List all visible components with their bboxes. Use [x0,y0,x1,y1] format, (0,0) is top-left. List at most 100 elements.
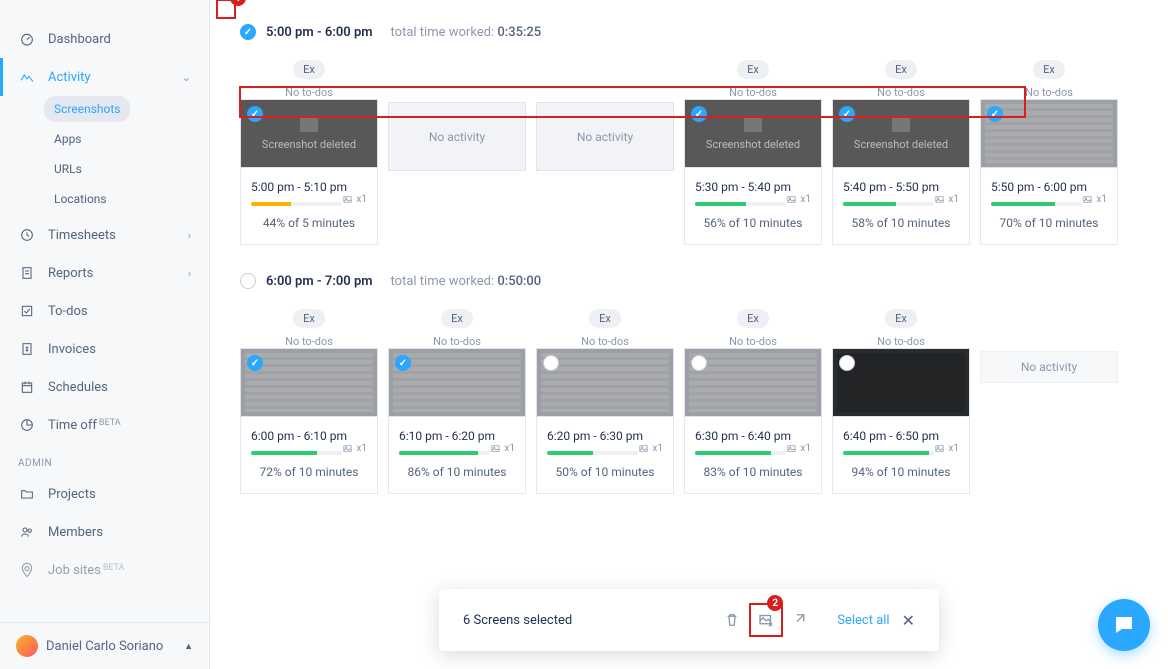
activity-pct: 83% of 10 minutes [695,465,811,479]
nav-todos[interactable]: To-dos [0,292,209,330]
screenshot-card[interactable]: ExNo to-dos6:20 pm - 6:30 pm x150% of 10… [536,309,674,494]
card-body: 5:50 pm - 6:00 pm x170% of 10 minutes [980,168,1118,245]
screenshot-thumb[interactable]: Screenshot deleted [240,99,378,168]
no-todos-label: No to-dos [285,335,333,348]
card-time: 6:40 pm - 6:50 pm x1 [843,429,959,443]
sidebar: Dashboard Activity ⌄ Screenshots Apps UR… [0,0,210,669]
thumb-checkbox[interactable] [395,355,411,371]
subnav-urls[interactable]: URLs [44,156,92,182]
subnav-locations[interactable]: Locations [44,186,117,212]
screenshot-card[interactable]: Ex No to-dosScreenshot deleted5:00 pm - 5… [240,60,378,245]
hour-head: 5:00 pm - 6:00 pmtotal time worked: 0:35… [240,24,1168,40]
project-pill[interactable]: Ex [885,60,917,79]
screenshot-thumb[interactable] [684,348,822,417]
subnav-screenshots[interactable]: Screenshots [44,96,130,122]
screenshot-count: x1 [490,443,515,454]
no-todos-label: No to-dos [581,335,629,348]
card-top: ExNo to-dos [684,309,822,348]
card-body: 5:00 pm - 5:10 pm x144% of 5 minutes [240,168,378,245]
no-todos-label: No to-dos [285,86,333,99]
activity-pct: 44% of 5 minutes [251,216,367,230]
thumb-checkbox[interactable] [247,106,263,122]
screenshot-card[interactable]: ExNo to-dosScreenshot deleted5:40 pm - 5… [832,60,970,245]
thumb-checkbox[interactable] [691,355,707,371]
caret-up-icon: ▲ [184,641,193,652]
nav-reports[interactable]: Reports › [0,254,209,292]
screenshot-card[interactable]: ExNo to-dos 5:50 pm - 6:00 pm x170% of 10… [980,60,1118,245]
avatar [16,635,38,657]
screenshot-card[interactable]: ExNo to-dos6:00 pm - 6:10 pm x172% of 10… [240,309,378,494]
user-name: Daniel Carlo Soriano [46,639,184,654]
user-menu[interactable]: Daniel Carlo Soriano ▲ [0,622,209,669]
activity-pct: 70% of 10 minutes [991,216,1107,230]
project-pill[interactable]: Ex [589,309,621,328]
screenshot-card[interactable]: ExNo to-dos 6:30 pm - 6:40 pm x1 83% of 10… [684,309,822,494]
nav-schedules[interactable]: Schedules [0,368,209,406]
card-time: 6:30 pm - 6:40 pm x1 [695,429,811,443]
hour-select-checkbox[interactable] [240,24,256,40]
export-button[interactable] [787,607,813,633]
chat-fab[interactable] [1098,599,1150,651]
no-activity-thumb: No activity [536,102,674,171]
nav-timesheets[interactable]: Timesheets › [0,216,209,254]
project-pill[interactable]: Ex [1033,60,1065,79]
screenshot-thumb[interactable]: Screenshot deleted [684,99,822,168]
thumb-checkbox[interactable] [987,106,1003,122]
project-pill[interactable]: Ex [293,309,325,328]
chevron-down-icon: ⌄ [182,71,191,84]
activity-bar [251,202,342,206]
cards-row: ExNo to-dosScreenshot deleted5:00 pm - 5… [240,60,1168,245]
card-top: ExNo to-dos [684,60,822,99]
project-pill[interactable]: Ex [293,60,325,79]
screenshot-count: x1 [638,443,663,454]
close-icon[interactable]: ✕ [902,611,915,630]
thumb-checkbox[interactable] [839,106,855,122]
card-time: 5:30 pm - 5:40 pm x1 [695,180,811,194]
nav-members[interactable]: Members [0,513,209,551]
activity-bar [547,451,638,455]
project-pill[interactable]: Ex [441,309,473,328]
nav-invoices[interactable]: Invoices [0,330,209,368]
subnav-apps[interactable]: Apps [44,126,92,152]
hour-select-checkbox[interactable] [240,273,256,289]
screenshot-card[interactable]: ExNo to-dos6:10 pm - 6:20 pm x186% of 10… [388,309,526,494]
gauge-icon [18,30,36,48]
screenshot-card[interactable]: ExNo to-dos6:40 pm - 6:50 pm x194% of 10… [832,309,970,494]
thumb-checkbox[interactable] [543,355,559,371]
screenshot-card[interactable]: ExNo to-dosScreenshot deleted 5:30 pm - 5… [684,60,822,245]
screenshot-thumb[interactable] [388,348,526,417]
thumb-checkbox[interactable] [247,355,263,371]
hour-head: 6:00 pm - 7:00 pmtotal time worked: 0:50… [240,273,1168,289]
card-top: ExNo to-dos [832,60,970,99]
activity-bar [251,451,342,455]
nav-activity[interactable]: Activity ⌄ [0,58,209,96]
delete-button[interactable] [719,607,745,633]
activity-bar [843,202,934,206]
screenshot-card-empty: No activity [536,60,674,245]
activity-bar [695,202,786,206]
screenshot-thumb[interactable] [536,348,674,417]
nav-label: Reports [48,266,188,281]
nav-timeoff[interactable]: Time offBETA [0,406,209,444]
blur-screenshots-button[interactable]: 2 [753,607,779,633]
card-top: ExNo to-dos [980,60,1118,99]
nav-label: Invoices [48,342,191,357]
select-all-link[interactable]: Select all [837,613,889,628]
nav-projects[interactable]: Projects [0,475,209,513]
project-pill[interactable]: Ex [885,309,917,328]
activity-pct: 56% of 10 minutes [695,216,811,230]
hour-block: 6:00 pm - 7:00 pmtotal time worked: 0:50… [240,273,1168,494]
project-pill[interactable]: Ex [737,309,769,328]
nav-jobsites[interactable]: Job sitesBETA [0,551,209,589]
card-top: Ex No to-dos [536,309,674,348]
screenshot-thumb[interactable] [980,99,1118,168]
screenshot-thumb[interactable]: Screenshot deleted [832,99,970,168]
nav-dashboard[interactable]: Dashboard [0,20,209,58]
screenshot-thumb[interactable] [240,348,378,417]
thumb-checkbox[interactable] [839,355,855,371]
document-icon [18,264,36,282]
project-pill[interactable]: Ex [737,60,769,79]
deleted-image-icon [300,116,318,132]
thumb-checkbox[interactable] [691,106,707,122]
screenshot-thumb[interactable] [832,348,970,417]
